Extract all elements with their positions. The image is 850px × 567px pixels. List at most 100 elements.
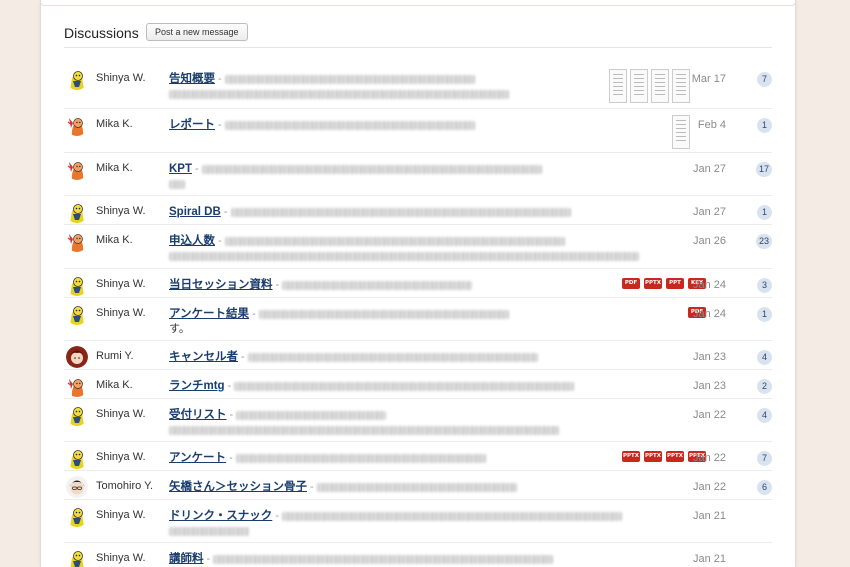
comment-count-badge[interactable]: 17 bbox=[755, 162, 772, 177]
comment-count-badge[interactable]: 4 bbox=[757, 350, 772, 365]
blurred-excerpt bbox=[169, 425, 559, 435]
attachment-thumbnails bbox=[609, 69, 690, 103]
blurred-excerpt bbox=[169, 179, 185, 189]
message-row[interactable]: Shinya W. Spiral DB - Jan 27 1 bbox=[64, 196, 772, 225]
blurred-excerpt bbox=[247, 352, 538, 362]
message-row[interactable]: Shinya W. アンケート - PPTX PPTX PPTX PPTX Jan 22 7 bbox=[64, 442, 772, 471]
subject-separator: - bbox=[215, 73, 225, 85]
message-subject-link[interactable]: 当日セッション資料 bbox=[169, 279, 273, 291]
file-attachment-icon[interactable]: PPTX bbox=[644, 451, 662, 462]
subject-separator: - bbox=[215, 119, 225, 131]
message-date: Jan 26 bbox=[692, 235, 726, 247]
message-preview: 告知概要 - bbox=[169, 72, 559, 102]
comment-count-badge[interactable]: 3 bbox=[757, 278, 772, 293]
page-title: Discussions bbox=[64, 25, 139, 41]
comment-count-badge[interactable]: 7 bbox=[757, 72, 772, 87]
message-row[interactable]: Shinya W. 受付リスト - Jan 22 4 bbox=[64, 399, 772, 442]
author-name: Shinya W. bbox=[96, 451, 146, 463]
subject-separator: - bbox=[307, 481, 317, 493]
message-subject-link[interactable]: アンケート結果 bbox=[169, 308, 249, 320]
author-name: Shinya W. bbox=[96, 509, 146, 521]
blurred-excerpt bbox=[201, 164, 542, 174]
message-row[interactable]: Rumi Y. キャンセル者 - Jan 23 4 bbox=[64, 341, 772, 370]
file-attachment-icon[interactable]: PPTX bbox=[666, 451, 684, 462]
message-subject-link[interactable]: レポート bbox=[169, 119, 215, 131]
message-date: Jan 24 bbox=[692, 279, 726, 291]
attachment-thumbnail[interactable] bbox=[651, 69, 669, 103]
comment-count-badge[interactable]: 1 bbox=[757, 205, 772, 220]
message-date: Jan 22 bbox=[692, 481, 726, 493]
message-date: Jan 22 bbox=[692, 409, 726, 421]
author-name: Mika K. bbox=[96, 162, 133, 174]
comment-count-badge[interactable]: 6 bbox=[757, 480, 772, 495]
message-row[interactable]: Shinya W. アンケート結果 - す。 PDF Jan 24 1 bbox=[64, 298, 772, 341]
message-row[interactable]: Shinya W. 当日セッション資料 - PDF PPTX PPT KEY Jan 24… bbox=[64, 269, 772, 298]
file-attachment-icon[interactable]: PDF bbox=[622, 278, 640, 289]
author-name: Mika K. bbox=[96, 379, 133, 391]
message-date: Jan 24 bbox=[692, 308, 726, 320]
message-subject-link[interactable]: ランチmtg bbox=[169, 380, 225, 392]
avatar bbox=[66, 230, 88, 252]
message-subject-link[interactable]: 矢橋さん＞セッション骨子 bbox=[169, 481, 307, 493]
subject-separator: - bbox=[226, 452, 236, 464]
message-row[interactable]: Shinya W. 告知概要 - Mar 17 7 bbox=[64, 63, 772, 109]
subject-separator: - bbox=[238, 351, 248, 363]
message-preview: Spiral DB - bbox=[169, 205, 649, 220]
comment-count-badge[interactable]: 23 bbox=[755, 234, 772, 249]
message-row[interactable]: Shinya W. 講師料 - Jan 21 bbox=[64, 543, 772, 567]
excerpt-tail: す。 bbox=[169, 323, 190, 335]
file-attachment-icon[interactable]: PPT bbox=[666, 278, 684, 289]
subject-separator: - bbox=[272, 510, 283, 522]
avatar bbox=[66, 404, 88, 426]
author-name: Mika K. bbox=[96, 234, 133, 246]
message-subject-link[interactable]: 告知概要 bbox=[169, 73, 215, 85]
message-date: Feb 4 bbox=[697, 119, 726, 131]
message-row[interactable]: Mika K. KPT - Jan 27 17 bbox=[64, 153, 772, 196]
message-row[interactable]: Mika K. ランチmtg - Jan 23 2 bbox=[64, 370, 772, 399]
author-name: Tomohiro Y. bbox=[96, 480, 154, 492]
panel-top-edge bbox=[40, 0, 796, 6]
message-row[interactable]: Tomohiro Y. 矢橋さん＞セッション骨子 - Jan 22 6 bbox=[64, 471, 772, 500]
avatar bbox=[66, 201, 88, 223]
message-subject-link[interactable]: KPT bbox=[169, 163, 192, 175]
message-subject-link[interactable]: 受付リスト bbox=[169, 409, 227, 421]
message-date: Jan 23 bbox=[692, 380, 726, 392]
subject-separator: - bbox=[226, 409, 237, 421]
message-row[interactable]: Shinya W. ドリンク・スナック - Jan 21 bbox=[64, 500, 772, 543]
blurred-excerpt bbox=[169, 89, 509, 99]
author-name: Mika K. bbox=[96, 118, 133, 130]
attachment-thumbnail[interactable] bbox=[672, 69, 690, 103]
blurred-excerpt bbox=[224, 236, 565, 246]
avatar bbox=[66, 505, 88, 527]
message-subject-link[interactable]: キャンセル者 bbox=[169, 351, 238, 363]
message-date: Jan 21 bbox=[692, 510, 726, 522]
message-row[interactable]: Mika K. 申込人数 - Jan 26 23 bbox=[64, 225, 772, 269]
message-preview: KPT - bbox=[169, 162, 649, 192]
message-row[interactable]: Mika K. レポート - Feb 4 1 bbox=[64, 109, 772, 153]
comment-count-badge[interactable]: 2 bbox=[757, 379, 772, 394]
message-subject-link[interactable]: ドリンク・スナック bbox=[169, 510, 272, 522]
message-preview: ランチmtg - bbox=[169, 379, 649, 394]
avatar bbox=[66, 158, 88, 180]
message-subject-link[interactable]: アンケート bbox=[169, 452, 226, 464]
message-preview: 受付リスト - bbox=[169, 408, 649, 438]
post-new-message-button[interactable]: Post a new message bbox=[146, 23, 248, 41]
message-subject-link[interactable]: 申込人数 bbox=[169, 235, 215, 247]
message-subject-link[interactable]: Spiral DB bbox=[169, 206, 221, 218]
comment-count-badge[interactable]: 1 bbox=[757, 307, 772, 322]
message-date: Jan 22 bbox=[692, 452, 726, 464]
comment-count-badge[interactable]: 4 bbox=[757, 408, 772, 423]
file-attachment-icon[interactable]: PPTX bbox=[644, 278, 662, 289]
subject-separator: - bbox=[224, 380, 235, 392]
author-name: Shinya W. bbox=[96, 307, 146, 319]
attachment-thumbnail[interactable] bbox=[630, 69, 648, 103]
attachment-thumbnail[interactable] bbox=[672, 115, 690, 149]
message-subject-link[interactable]: 講師料 bbox=[169, 553, 204, 565]
comment-count-badge[interactable]: 1 bbox=[757, 118, 772, 133]
blurred-excerpt bbox=[258, 309, 509, 319]
file-attachment-icon[interactable]: PPTX bbox=[622, 451, 640, 462]
author-name: Shinya W. bbox=[96, 72, 146, 84]
attachment-thumbnail[interactable] bbox=[609, 69, 627, 103]
comment-count-badge[interactable]: 7 bbox=[757, 451, 772, 466]
author-name: Shinya W. bbox=[96, 205, 146, 217]
